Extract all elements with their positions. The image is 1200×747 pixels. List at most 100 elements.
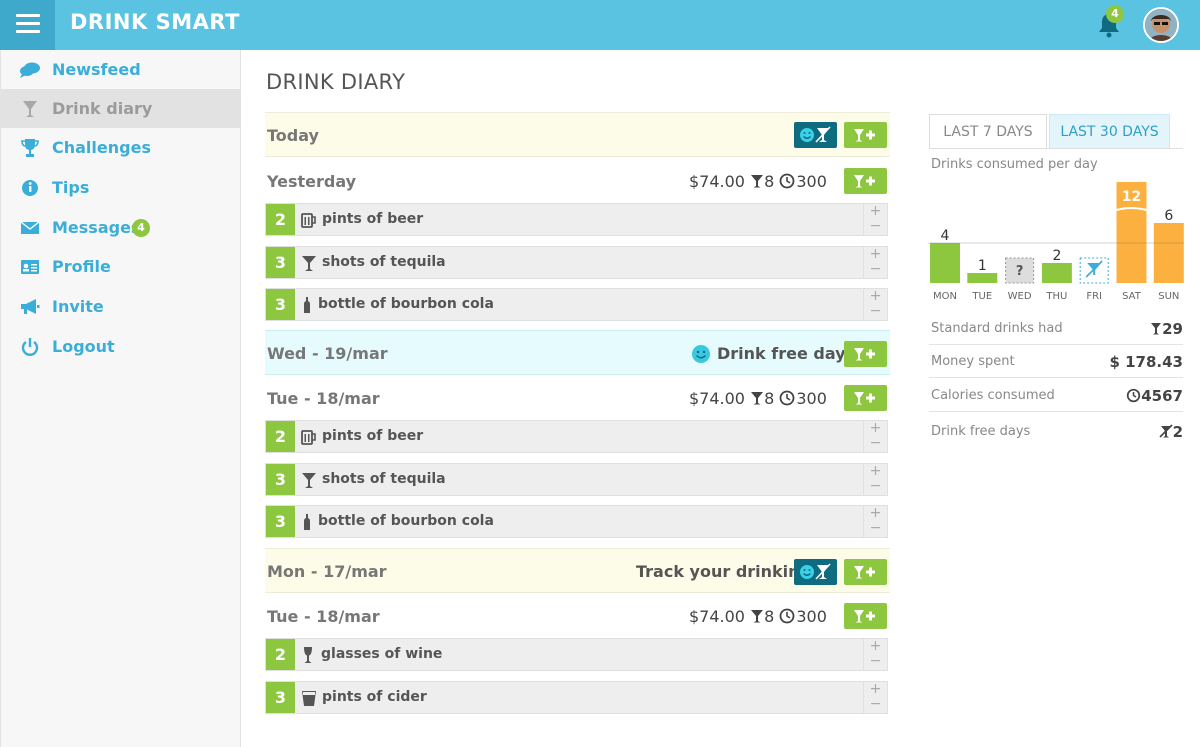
cocktail-glass-icon <box>302 473 316 488</box>
summary-label: Standard drinks had <box>931 321 1063 336</box>
drink-entry: 3 pints of cider + − <box>265 681 888 714</box>
increase-button[interactable]: + <box>864 506 887 521</box>
quantity-stepper: + − <box>863 421 887 452</box>
add-drink-button[interactable] <box>844 559 887 585</box>
increase-button[interactable]: + <box>864 289 887 304</box>
add-drink-button[interactable] <box>844 122 887 148</box>
quantity-stepper: + − <box>863 682 887 713</box>
menu-button[interactable] <box>0 0 55 50</box>
drink-free-icon <box>1158 424 1173 438</box>
drink-entry: 3 shots of tequila + − <box>265 246 888 279</box>
day-title: Wed - 19/mar <box>267 344 388 363</box>
x-tick-label: THU <box>1045 291 1067 302</box>
drink-label: shots of tequila <box>322 471 446 487</box>
increase-button[interactable]: + <box>864 682 887 697</box>
tab-last-30-days[interactable]: LAST 30 DAYS <box>1049 114 1170 149</box>
add-drink-icon <box>854 348 875 361</box>
drink-entry: 2 glasses of wine + − <box>265 638 888 671</box>
sidebar-item-messages[interactable]: Messages 4 <box>1 208 241 247</box>
decrease-button[interactable]: − <box>864 654 887 669</box>
quantity-stepper: + − <box>863 289 887 320</box>
money-spent: $74.00 <box>689 607 745 626</box>
tabs-divider <box>929 148 1183 149</box>
bottle-icon <box>304 514 310 530</box>
sidebar-item-label: Newsfeed <box>52 60 141 79</box>
sidebar-item-logout[interactable]: Logout <box>1 327 241 366</box>
sidebar-item-label: Logout <box>52 337 115 356</box>
wine-glass-icon <box>304 647 312 663</box>
increase-button[interactable]: + <box>864 204 887 219</box>
bottle-icon <box>304 297 310 313</box>
increase-button[interactable]: + <box>864 639 887 654</box>
smiley-icon <box>692 345 710 363</box>
id-card-icon <box>21 260 39 274</box>
cider-glass-icon <box>302 691 316 706</box>
quantity-stepper: + − <box>863 204 887 235</box>
cocktail-glass-icon <box>302 256 316 271</box>
mark-drink-free-button[interactable] <box>794 122 837 148</box>
avatar[interactable] <box>1143 7 1179 43</box>
chart-bar <box>1153 223 1184 283</box>
calories-icon <box>1127 388 1141 403</box>
quantity-stepper: + − <box>863 639 887 670</box>
decrease-button[interactable]: − <box>864 521 887 536</box>
beer-mug-icon <box>301 213 316 228</box>
decrease-button[interactable]: − <box>864 436 887 451</box>
summary-money-spent: Money spent $ 178.43 <box>929 345 1183 378</box>
page-title: DRINK DIARY <box>266 70 406 94</box>
info-icon <box>22 180 38 196</box>
quantity-stepper: + − <box>863 506 887 537</box>
add-drink-button[interactable] <box>844 603 887 629</box>
summary-value: $ 178.43 <box>1109 353 1183 371</box>
sidebar-item-drink-diary[interactable]: Drink diary <box>1 89 241 128</box>
data-label: 4 <box>941 228 950 244</box>
add-drink-icon <box>854 175 875 188</box>
sidebar-item-label: Invite <box>52 297 104 316</box>
mark-drink-free-button[interactable] <box>794 559 837 585</box>
decrease-button[interactable]: − <box>864 479 887 494</box>
cocktail-glass-icon <box>23 101 37 117</box>
data-label: 1 <box>978 258 987 274</box>
drink-label: glasses of wine <box>321 646 443 662</box>
money-spent: $74.00 <box>689 172 745 191</box>
calorie-count: 300 <box>796 607 827 626</box>
drink-label: bottle of bourbon cola <box>318 513 494 529</box>
drink-count: 8 <box>764 172 775 191</box>
drink-label: pints of beer <box>322 428 424 444</box>
summary-value: 4567 <box>1126 387 1183 405</box>
decrease-button[interactable]: − <box>864 219 887 234</box>
envelope-icon <box>20 221 40 234</box>
decrease-button[interactable]: − <box>864 697 887 712</box>
power-icon <box>21 338 39 356</box>
drink-entry: 3 bottle of bourbon cola + − <box>265 288 888 321</box>
calories-icon <box>779 390 795 406</box>
sidebar-item-label: Tips <box>52 178 90 197</box>
data-label: ? <box>1016 264 1024 279</box>
sidebar-item-tips[interactable]: Tips <box>1 168 241 207</box>
chart-bar <box>967 273 998 283</box>
sidebar-item-newsfeed[interactable]: Newsfeed <box>1 50 241 89</box>
decrease-button[interactable]: − <box>864 304 887 319</box>
drink-count: 8 <box>764 607 775 626</box>
add-drink-button[interactable] <box>844 341 887 367</box>
summary-label: Drink free days <box>931 424 1031 439</box>
add-drink-button[interactable] <box>844 385 887 411</box>
drink-entry: 3 shots of tequila + − <box>265 463 888 496</box>
summary-calories: Calories consumed 4567 <box>929 379 1183 412</box>
increase-button[interactable]: + <box>864 247 887 262</box>
quantity-stepper: + − <box>863 247 887 278</box>
sidebar-item-invite[interactable]: Invite <box>1 287 241 326</box>
add-drink-button[interactable] <box>844 168 887 194</box>
increase-button[interactable]: + <box>864 464 887 479</box>
increase-button[interactable]: + <box>864 421 887 436</box>
drink-quantity: 3 <box>266 682 295 713</box>
standard-drinks-value: 29 <box>1162 320 1183 338</box>
decrease-button[interactable]: − <box>864 262 887 277</box>
day-title: Mon - 17/mar <box>267 562 387 581</box>
sidebar-item-challenges[interactable]: Challenges <box>1 128 241 167</box>
tab-last-7-days[interactable]: LAST 7 DAYS <box>929 114 1047 149</box>
trophy-icon <box>21 139 39 157</box>
sidebar-item-profile[interactable]: Profile <box>1 247 241 286</box>
cocktail-glass-icon <box>751 175 764 188</box>
x-tick-label: SAT <box>1122 291 1142 302</box>
